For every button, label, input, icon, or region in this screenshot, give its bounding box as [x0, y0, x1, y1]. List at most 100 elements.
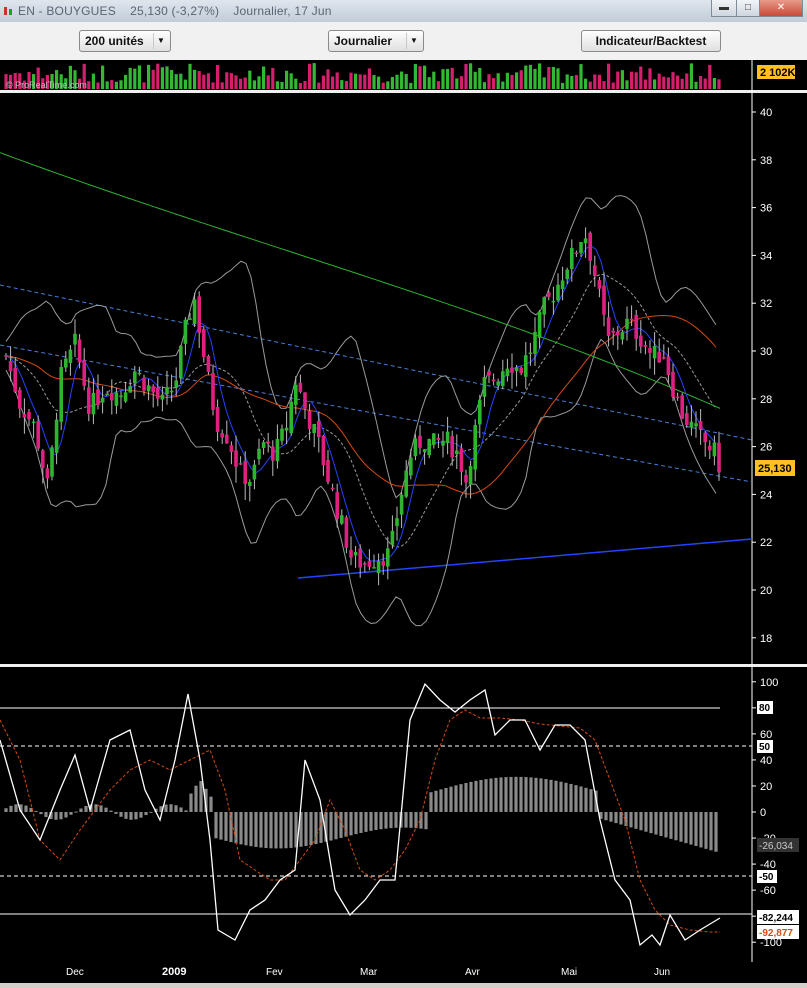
- candle-body: [64, 358, 68, 368]
- histogram-bar: [359, 812, 363, 833]
- candle-body: [703, 432, 707, 443]
- candle-body: [689, 421, 694, 428]
- candle-body: [160, 394, 165, 400]
- volume-bar: [423, 65, 427, 89]
- histogram-bar: [124, 812, 128, 819]
- minimize-button[interactable]: ▬: [711, 0, 737, 17]
- watermark: © ProRealTime.com: [6, 80, 87, 90]
- candle-body: [248, 481, 252, 487]
- volume-bar: [124, 74, 128, 89]
- volume-bar: [298, 82, 302, 89]
- histogram-bar: [214, 812, 218, 839]
- histogram-bar: [14, 804, 18, 812]
- histogram-bar: [654, 812, 658, 835]
- candle-body: [597, 280, 602, 289]
- volume-bar: [363, 74, 367, 89]
- volume-bar: [96, 82, 100, 89]
- candle-body: [395, 518, 399, 527]
- histogram-bar: [139, 812, 143, 818]
- units-dropdown[interactable]: 200 unités ▼: [79, 30, 171, 52]
- candle-body: [588, 232, 592, 261]
- volume-bar: [528, 64, 532, 89]
- candle-body: [616, 331, 620, 336]
- candle-body: [524, 355, 528, 377]
- volume-bar: [105, 81, 109, 89]
- candle-body: [386, 548, 390, 567]
- osc-tick-label: -60: [760, 885, 776, 897]
- units-label: 200 unités: [85, 34, 144, 48]
- osc-tick-label: 40: [760, 755, 772, 767]
- candle-body: [335, 492, 339, 519]
- volume-bar: [285, 70, 289, 89]
- candle-body: [399, 494, 404, 515]
- close-button[interactable]: ✕: [759, 0, 803, 17]
- volume-bar: [519, 70, 523, 89]
- volume-bar: [110, 80, 114, 89]
- volume-bar: [344, 80, 348, 89]
- candle-body: [712, 442, 717, 457]
- volume-bar: [648, 68, 652, 89]
- price-tick-label: 30: [760, 346, 772, 358]
- histogram-bar: [189, 793, 193, 812]
- volume-bar: [620, 70, 624, 89]
- histogram-bar: [704, 812, 708, 849]
- period-dropdown[interactable]: Journalier ▼: [328, 30, 424, 52]
- window-titlebar: EN - BOUYGUES 25,130 (-3,27%) Journalier…: [0, 0, 807, 22]
- volume-bar: [666, 77, 670, 89]
- candle-body: [123, 392, 128, 402]
- candle-body: [556, 284, 560, 301]
- indicator-backtest-button[interactable]: Indicateur/Backtest: [581, 30, 721, 52]
- volume-bar: [680, 78, 684, 89]
- volume-bar: [409, 82, 413, 89]
- x-label-mar: Mar: [360, 967, 378, 978]
- histogram-bar: [404, 812, 408, 828]
- candle-body: [652, 345, 657, 359]
- candle-body: [445, 431, 450, 444]
- histogram-bar: [24, 805, 28, 812]
- candle-body: [574, 252, 579, 255]
- histogram-bar: [229, 812, 233, 843]
- candle-body: [234, 450, 238, 467]
- histogram-bar: [504, 777, 508, 812]
- volume-bar: [717, 79, 721, 89]
- volume-bar: [395, 74, 399, 89]
- histogram-bar: [269, 812, 273, 849]
- histogram-bar: [379, 812, 383, 830]
- volume-bar: [257, 76, 261, 89]
- candle-body: [611, 330, 615, 333]
- histogram-bar: [114, 812, 118, 814]
- candle-body: [496, 381, 500, 386]
- candle-body: [413, 438, 418, 457]
- candle-body: [307, 410, 312, 430]
- volume-bar: [289, 73, 293, 89]
- window-title: EN - BOUYGUES 25,130 (-3,27%) Journalier…: [18, 4, 332, 18]
- maximize-button[interactable]: □: [736, 0, 760, 17]
- candle-body: [197, 296, 201, 333]
- volume-bar: [174, 74, 178, 89]
- candle-body: [565, 269, 569, 279]
- candle-body: [206, 356, 211, 372]
- histogram-bar: [574, 785, 578, 812]
- candle-body: [455, 450, 459, 455]
- candle-body: [133, 371, 137, 384]
- histogram-bar: [689, 812, 693, 845]
- candle-body: [478, 399, 482, 425]
- white-line-value: -82,244: [759, 913, 793, 924]
- histogram-bar: [449, 786, 453, 812]
- volume-bar: [308, 63, 312, 89]
- histogram-bar: [364, 812, 368, 832]
- candle-body: [404, 470, 408, 497]
- osc-tick-label: 0: [760, 807, 766, 819]
- volume-bar: [312, 63, 316, 89]
- volume-bar: [689, 63, 693, 89]
- candle-body: [694, 423, 698, 427]
- candle-body: [583, 238, 588, 244]
- candle-body: [491, 379, 496, 382]
- price-tick-label: 26: [760, 442, 772, 454]
- volume-bar: [147, 64, 151, 89]
- histogram-bar: [609, 812, 613, 822]
- candle-body: [8, 361, 13, 372]
- histogram-bar: [509, 776, 513, 812]
- volume-bar: [294, 78, 298, 89]
- osc-tick-label: 20: [760, 781, 772, 793]
